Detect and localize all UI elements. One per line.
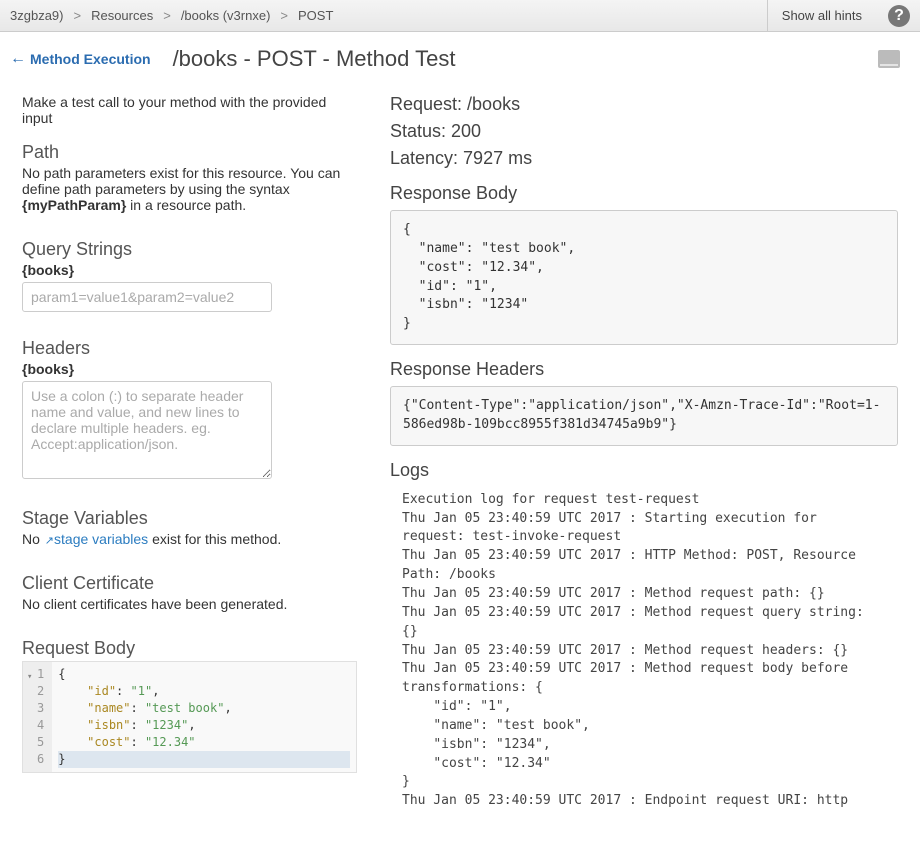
help-icon[interactable]: ? <box>888 5 910 27</box>
breadcrumb-item[interactable]: 3zgbza9) <box>10 8 63 23</box>
chevron-right-icon: > <box>163 8 171 23</box>
stage-variables-heading: Stage Variables <box>22 508 358 529</box>
client-certificate-desc: No client certificates have been generat… <box>22 596 358 612</box>
breadcrumb-item[interactable]: Resources <box>91 8 153 23</box>
back-link[interactable]: ← Method Execution <box>10 50 151 68</box>
request-line: Request: /books <box>390 94 898 115</box>
query-strings-heading: Query Strings <box>22 239 358 260</box>
headers-input[interactable] <box>22 381 272 479</box>
editor-gutter: 1▾23456 <box>23 662 52 772</box>
query-string-input[interactable] <box>22 282 272 312</box>
breadcrumb-bar: 3zgbza9) > Resources > /books (v3rnxe) >… <box>0 0 920 32</box>
latency-line: Latency: 7927 ms <box>390 148 898 169</box>
arrow-left-icon: ← <box>10 50 26 68</box>
request-body-editor[interactable]: 1▾23456 { "id": "1", "name": "test book"… <box>22 661 357 773</box>
stage-desc-post: exist for this method. <box>148 531 281 547</box>
stage-variables-link[interactable]: ↗stage variables <box>44 531 148 547</box>
logs-heading: Logs <box>390 460 898 481</box>
stage-variables-desc: No ↗stage variables exist for this metho… <box>22 531 358 547</box>
path-desc-pre: No path parameters exist for this resour… <box>22 165 340 197</box>
response-body-heading: Response Body <box>390 183 898 204</box>
path-desc-post: in a resource path. <box>126 197 246 213</box>
path-description: No path parameters exist for this resour… <box>22 165 358 213</box>
path-heading: Path <box>22 142 358 163</box>
stage-link-text: stage variables <box>54 531 148 547</box>
chevron-right-icon: > <box>73 8 81 23</box>
response-body: { "name": "test book", "cost": "12.34", … <box>390 210 898 345</box>
intro-text: Make a test call to your method with the… <box>22 94 358 126</box>
response-headers-heading: Response Headers <box>390 359 898 380</box>
query-sublabel: {books} <box>22 262 358 278</box>
breadcrumb: 3zgbza9) > Resources > /books (v3rnxe) >… <box>10 8 767 23</box>
status-line: Status: 200 <box>390 121 898 142</box>
external-link-icon: ↗ <box>45 535 54 547</box>
logs-output: Execution log for request test-request T… <box>390 487 898 815</box>
client-certificate-heading: Client Certificate <box>22 573 358 594</box>
page-title: /books - POST - Method Test <box>173 46 878 72</box>
book-icon[interactable] <box>878 50 900 68</box>
stage-desc-pre: No <box>22 531 44 547</box>
response-headers: {"Content-Type":"application/json","X-Am… <box>390 386 898 446</box>
breadcrumb-item[interactable]: POST <box>298 8 333 23</box>
headers-heading: Headers <box>22 338 358 359</box>
show-all-hints-button[interactable]: Show all hints <box>767 0 876 31</box>
back-link-label: Method Execution <box>30 51 151 67</box>
breadcrumb-item[interactable]: /books (v3rnxe) <box>181 8 271 23</box>
headers-sublabel: {books} <box>22 361 358 377</box>
editor-content[interactable]: { "id": "1", "name": "test book", "isbn"… <box>52 662 356 772</box>
request-body-heading: Request Body <box>22 638 358 659</box>
page-header: ← Method Execution /books - POST - Metho… <box>0 32 920 76</box>
chevron-right-icon: > <box>280 8 288 23</box>
path-desc-param: {myPathParam} <box>22 197 126 213</box>
